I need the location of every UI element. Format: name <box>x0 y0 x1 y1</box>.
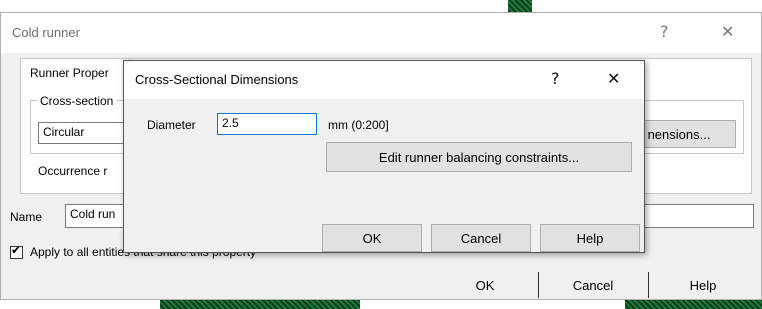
checkmark-icon: ✔ <box>11 243 22 257</box>
main-cancel-button[interactable]: Cancel <box>543 272 643 298</box>
edit-runner-balancing-button[interactable]: Edit runner balancing constraints... <box>326 142 632 172</box>
diameter-label: Diameter <box>147 118 196 132</box>
sub-help-button[interactable]: ? <box>551 69 560 88</box>
sub-ok-button[interactable]: OK <box>322 224 422 252</box>
main-help-text-button[interactable]: Help <box>653 272 753 298</box>
cold-runner-titlebar <box>1 13 761 53</box>
main-close-icon[interactable]: ✕ <box>721 22 734 41</box>
cross-section-group-label: Cross-section <box>37 94 117 108</box>
tab-runner-properties-label: Runner Proper <box>30 66 109 80</box>
main-button-divider-1 <box>538 272 539 298</box>
occurrence-label: Occurrence r <box>38 164 108 178</box>
sub-close-icon[interactable]: ✕ <box>607 69 620 88</box>
main-button-divider-2 <box>648 272 649 298</box>
diameter-input[interactable]: 2.5 <box>217 113 317 135</box>
sub-cancel-button[interactable]: Cancel <box>431 224 531 252</box>
sub-help-text-button[interactable]: Help <box>540 224 640 252</box>
main-help-button[interactable]: ? <box>660 22 669 41</box>
cross-sectional-title: Cross-Sectional Dimensions <box>135 72 299 87</box>
main-ok-button[interactable]: OK <box>435 272 535 298</box>
name-label: Name <box>10 210 43 224</box>
diameter-unit: mm (0:200] <box>328 118 389 132</box>
cold-runner-title: Cold runner <box>12 25 80 40</box>
